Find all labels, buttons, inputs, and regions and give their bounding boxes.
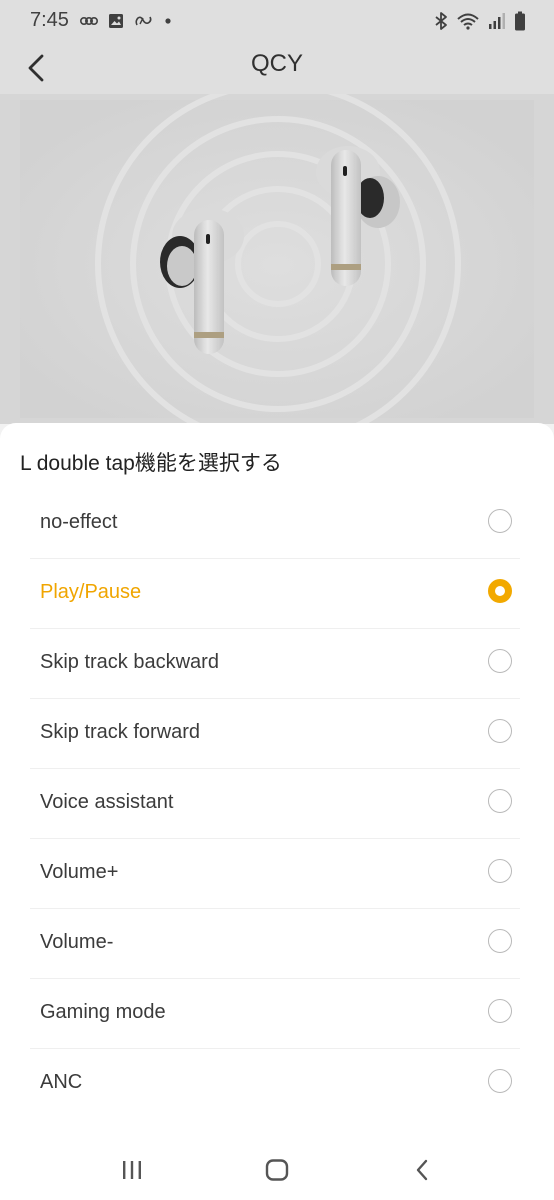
recents-button[interactable] <box>110 1154 154 1186</box>
link-icon <box>135 16 152 26</box>
radio-button[interactable] <box>488 999 512 1023</box>
recents-icon <box>123 1161 141 1179</box>
option-voice-assistant[interactable]: Voice assistant <box>30 769 520 839</box>
earbuds-product-image <box>0 94 554 424</box>
wifi-icon <box>457 13 479 30</box>
option-label: Volume+ <box>40 861 119 883</box>
sheet-title: L double tap機能を選択する <box>20 452 282 475</box>
radio-button[interactable] <box>488 649 512 673</box>
option-label: Skip track backward <box>40 651 219 673</box>
status-bar: 7:45 <box>0 0 554 42</box>
home-button[interactable] <box>255 1154 299 1186</box>
status-time: 7:45 <box>30 9 69 31</box>
option-volume-down[interactable]: Volume- <box>30 909 520 979</box>
radio-button[interactable] <box>488 789 512 813</box>
radio-button[interactable] <box>488 719 512 743</box>
option-label: ANC <box>40 1071 83 1093</box>
radio-button[interactable] <box>488 929 512 953</box>
back-icon <box>416 1159 428 1181</box>
page-title: QCY <box>250 50 303 77</box>
image-icon <box>109 14 123 28</box>
option-skip-track-forward[interactable]: Skip track forward <box>30 699 520 769</box>
option-gaming-mode[interactable]: Gaming mode <box>30 979 520 1049</box>
signal-icon <box>489 13 505 29</box>
app-bar: QCY <box>0 42 554 94</box>
option-volume-up[interactable]: Volume+ <box>30 839 520 909</box>
battery-icon <box>515 11 525 31</box>
radio-button[interactable] <box>488 1069 512 1093</box>
option-label: Volume- <box>40 931 114 953</box>
option-bottom-sheet: L double tap機能を選択する no-effect Play/Pause… <box>0 423 554 1200</box>
status-left-icons <box>80 12 172 30</box>
option-label: Voice assistant <box>40 791 174 813</box>
radio-button[interactable] <box>488 859 512 883</box>
home-icon <box>265 1159 289 1181</box>
option-list: no-effect Play/Pause Skip track backward… <box>30 489 520 1118</box>
option-label: no-effect <box>40 511 118 533</box>
bluetooth-icon <box>435 12 447 30</box>
status-right-icons <box>434 10 526 32</box>
radio-button[interactable] <box>488 509 512 533</box>
option-skip-track-backward[interactable]: Skip track backward <box>30 629 520 699</box>
option-no-effect[interactable]: no-effect <box>30 489 520 559</box>
option-play-pause[interactable]: Play/Pause <box>30 559 520 629</box>
nav-back-button[interactable] <box>400 1154 444 1186</box>
voicemail-icon <box>80 16 98 26</box>
option-label: Gaming mode <box>40 1001 166 1023</box>
option-anc[interactable]: ANC <box>30 1049 520 1118</box>
radio-button-selected[interactable] <box>488 579 512 603</box>
option-label: Play/Pause <box>40 581 142 603</box>
option-label: Skip track forward <box>40 721 201 743</box>
system-nav-bar <box>0 1138 554 1200</box>
earbuds-illustration <box>20 94 534 424</box>
dot-icon <box>165 18 171 24</box>
